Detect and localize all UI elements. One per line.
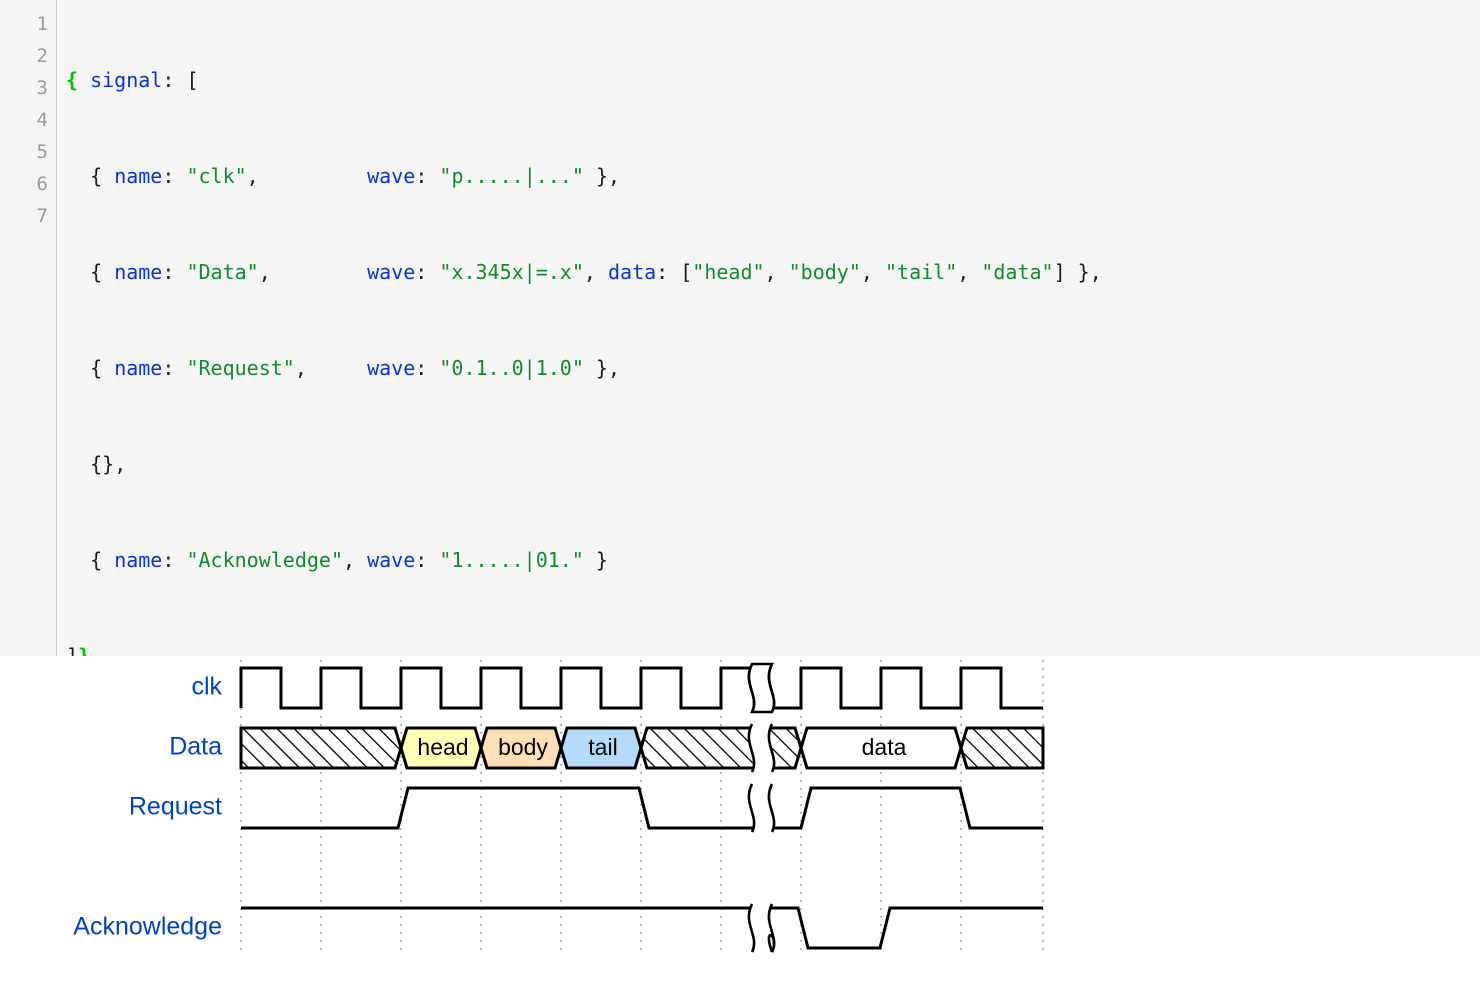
gap-marker-acknowledge [747, 903, 776, 953]
code-line-2: { name: "clk", wave: "p.....|..." }, [90, 164, 621, 188]
code-text-area[interactable]: { signal: [ { name: "clk", wave: "p.....… [58, 0, 1480, 656]
waveform-request [241, 783, 1043, 833]
code-line-3: { name: "Data", wave: "x.345x|=.x", data… [90, 260, 1102, 284]
code-line-1: { signal: [ [66, 68, 199, 92]
line-number-3: 3 [36, 77, 48, 99]
waveform-clk [239, 662, 1043, 714]
gap-marker-clk [747, 662, 776, 714]
code-line-4: { name: "Request", wave: "0.1..0|1.0" }, [90, 356, 621, 380]
wavedrom-svg: clk Data Request Acknowledge head body t… [73, 660, 1045, 956]
code-line-5: {}, [90, 452, 127, 476]
line-number-1: 1 [36, 13, 48, 35]
data-segment-undefined-1 [239, 726, 403, 770]
editor-gutter: 1 2 3 4 5 6 7 [0, 0, 57, 656]
code-line-6: { name: "Acknowledge", wave: "1.....|01.… [90, 548, 608, 572]
signal-label-data: Data [169, 733, 222, 761]
signal-label-acknowledge: Acknowledge [73, 913, 222, 941]
data-segment-undefined-2 [639, 726, 803, 770]
gap-marker-request [747, 783, 776, 833]
bus-label-tail: tail [588, 734, 617, 760]
bus-label-head: head [417, 734, 468, 760]
waveform-diagram-pane: clk Data Request Acknowledge head body t… [0, 656, 1480, 991]
code-line-7: ]} [66, 644, 91, 656]
bus-label-data: data [862, 734, 907, 760]
line-number-7: 7 [36, 205, 48, 227]
line-number-2: 2 [36, 45, 48, 67]
line-number-4: 4 [36, 109, 48, 131]
signal-label-clk: clk [191, 673, 222, 701]
line-number-6: 6 [36, 173, 48, 195]
data-segment-undefined-3 [959, 726, 1045, 770]
code-editor-pane[interactable]: 1 2 3 4 5 6 7 { signal: [ { name: "clk",… [0, 0, 1480, 656]
line-number-5: 5 [36, 141, 48, 163]
waveform-acknowledge [241, 903, 1043, 953]
signal-label-request: Request [129, 793, 222, 821]
bus-label-body: body [498, 734, 548, 760]
